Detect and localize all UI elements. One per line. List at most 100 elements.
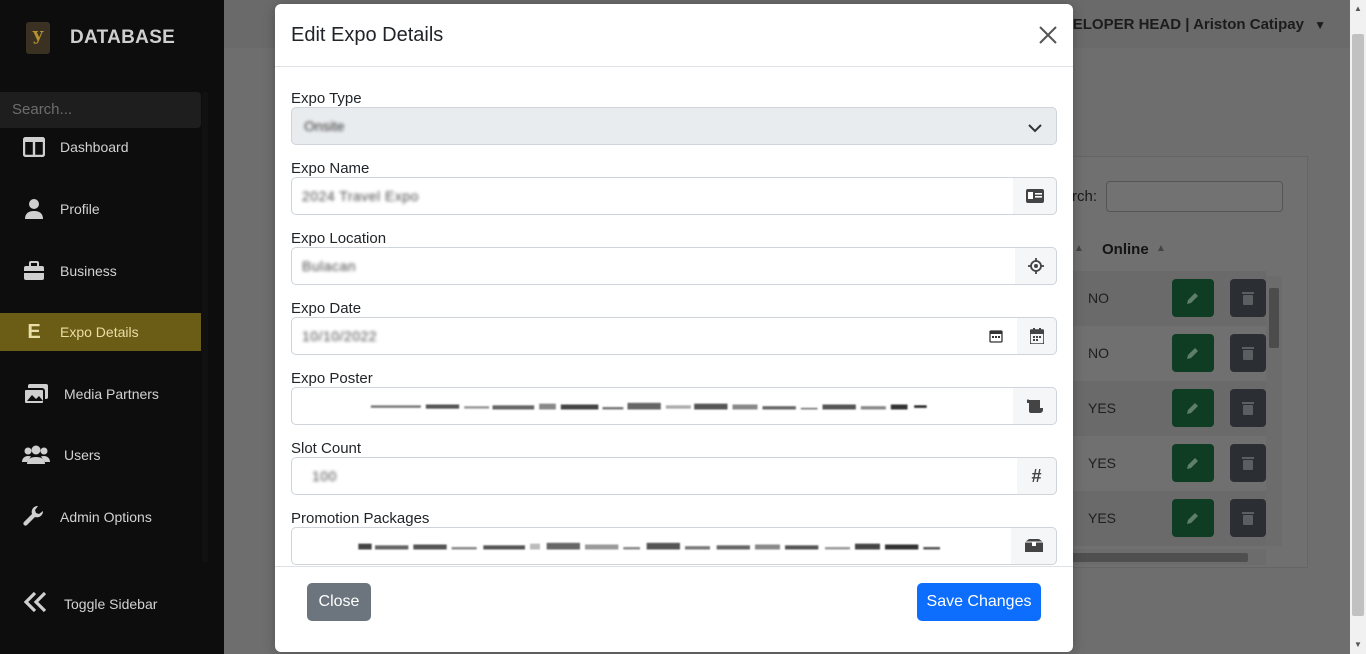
crosshair-icon xyxy=(1015,247,1057,285)
pencil-icon xyxy=(1187,513,1198,524)
edit-button[interactable] xyxy=(1172,444,1214,482)
sidebar-search-input[interactable]: Search... xyxy=(0,92,201,128)
pencil-icon xyxy=(1187,348,1198,359)
sidebar-item-media-partners[interactable]: Media Partners xyxy=(0,375,201,413)
sidebar-item-label: Dashboard xyxy=(60,139,129,155)
date-picker-icon[interactable] xyxy=(989,329,1003,348)
expo-poster-label: Expo Poster xyxy=(291,370,373,387)
sidebar-scrollbar[interactable] xyxy=(202,92,208,562)
edit-button[interactable] xyxy=(1172,334,1214,372)
sidebar: y DATABASE Search... Dashboard Profile B… xyxy=(0,0,224,654)
delete-button[interactable] xyxy=(1230,389,1266,427)
close-icon xyxy=(1039,26,1057,44)
scroll-up-icon[interactable]: ▲ xyxy=(1354,4,1362,13)
table-search-input[interactable] xyxy=(1106,181,1283,212)
expo-type-select[interactable]: Onsite xyxy=(291,107,1057,145)
online-value: YES xyxy=(1088,400,1117,416)
online-value: NO xyxy=(1088,345,1109,361)
trash-icon xyxy=(1242,292,1254,305)
save-changes-button[interactable]: Save Changes xyxy=(917,583,1041,621)
online-value: YES xyxy=(1088,510,1117,526)
sidebar-item-expo-details[interactable]: E Expo Details xyxy=(0,313,201,351)
table-hscroll-thumb[interactable] xyxy=(1072,553,1248,562)
delete-button[interactable] xyxy=(1230,444,1266,482)
sidebar-item-profile[interactable]: Profile xyxy=(0,190,201,228)
edit-expo-modal: Edit Expo Details Expo Type Onsite Expo … xyxy=(275,4,1073,652)
table-row: YES xyxy=(1072,491,1266,546)
delete-button[interactable] xyxy=(1230,279,1266,317)
toggle-sidebar-button[interactable]: Toggle Sidebar xyxy=(23,590,158,618)
column-header-online[interactable]: Online xyxy=(1102,241,1149,258)
user-name: DEVELOPER HEAD | Ariston Catipay xyxy=(1041,16,1304,33)
table-row: NO xyxy=(1072,271,1266,326)
users-icon xyxy=(22,443,50,467)
expo-date-input[interactable]: 10/10/2022 xyxy=(291,317,1018,355)
sort-icon: ▲ xyxy=(1074,243,1084,254)
briefcase-icon xyxy=(22,259,46,283)
brand-name: DATABASE xyxy=(70,27,176,48)
scroll-down-icon[interactable]: ▼ xyxy=(1354,640,1362,649)
table-row: YES xyxy=(1072,436,1266,491)
modal-header: Edit Expo Details xyxy=(275,4,1073,67)
trash-icon xyxy=(1242,402,1254,415)
wrench-icon xyxy=(22,505,46,529)
delete-button[interactable] xyxy=(1230,334,1266,372)
expo-date-value: 10/10/2022 xyxy=(302,328,378,344)
expo-type-label: Expo Type xyxy=(291,90,362,107)
chevron-down-icon xyxy=(1028,120,1042,138)
promotion-packages-input[interactable] xyxy=(291,527,1012,565)
slot-count-label: Slot Count xyxy=(291,440,362,457)
id-card-icon xyxy=(1013,177,1057,215)
hashtag-icon: # xyxy=(1017,457,1057,495)
sidebar-item-label: Business xyxy=(60,263,117,279)
slot-count-value: 100 xyxy=(312,468,337,484)
table-scroll-thumb[interactable] xyxy=(1269,288,1279,348)
sidebar-item-business[interactable]: Business xyxy=(0,252,201,290)
sidebar-item-label: Expo Details xyxy=(60,324,139,340)
columns-icon xyxy=(22,135,46,159)
expo-name-label: Expo Name xyxy=(291,160,370,177)
double-chevron-left-icon xyxy=(23,590,48,618)
sort-icon: ▲ xyxy=(1156,243,1166,254)
sidebar-item-dashboard[interactable]: Dashboard xyxy=(0,128,201,166)
brand-logo: y xyxy=(26,22,50,54)
modal-close-button[interactable] xyxy=(1037,24,1059,46)
slot-count-input[interactable]: 100 xyxy=(291,457,1018,495)
modal-footer: Close Save Changes xyxy=(275,566,1073,652)
boxes-icon xyxy=(1011,527,1057,565)
modal-body: Expo Type Onsite Expo Name 2024 Travel E… xyxy=(275,67,1073,566)
user-icon xyxy=(22,197,46,221)
expo-type-value: Onsite xyxy=(304,118,345,134)
toggle-sidebar-label: Toggle Sidebar xyxy=(64,596,158,612)
images-icon xyxy=(22,382,50,406)
sidebar-item-label: Profile xyxy=(60,201,100,217)
redacted-text xyxy=(370,402,927,410)
pencil-icon xyxy=(1187,458,1198,469)
trash-icon xyxy=(1242,512,1254,525)
sidebar-item-users[interactable]: Users xyxy=(0,436,201,474)
letter-e-icon: E xyxy=(27,320,41,343)
page-scroll-thumb[interactable] xyxy=(1352,34,1364,616)
edit-button[interactable] xyxy=(1172,389,1214,427)
redacted-text xyxy=(358,542,940,550)
table-row: NO xyxy=(1072,326,1266,381)
sidebar-item-admin-options[interactable]: Admin Options xyxy=(0,498,201,536)
scroll-icon xyxy=(1013,387,1057,425)
user-menu[interactable]: DEVELOPER HEAD | Ariston Catipay ▼ xyxy=(1042,16,1326,33)
edit-button[interactable] xyxy=(1172,499,1214,537)
trash-icon xyxy=(1242,347,1254,360)
close-button[interactable]: Close xyxy=(307,583,371,621)
expo-location-value: Bulacan xyxy=(302,258,357,274)
sidebar-item-label: Users xyxy=(64,447,101,463)
expo-name-value: 2024 Travel Expo xyxy=(302,188,419,204)
expo-name-input[interactable]: 2024 Travel Expo xyxy=(291,177,1014,215)
expo-poster-input[interactable] xyxy=(291,387,1014,425)
delete-button[interactable] xyxy=(1230,499,1266,537)
edit-button[interactable] xyxy=(1172,279,1214,317)
expo-location-input[interactable]: Bulacan xyxy=(291,247,1016,285)
caret-down-icon: ▼ xyxy=(1314,18,1326,32)
brand[interactable]: y DATABASE xyxy=(26,18,175,58)
page-scrollbar[interactable]: ▲ ▼ xyxy=(1350,0,1366,654)
table-row: YES xyxy=(1072,381,1266,436)
pencil-icon xyxy=(1187,403,1198,414)
